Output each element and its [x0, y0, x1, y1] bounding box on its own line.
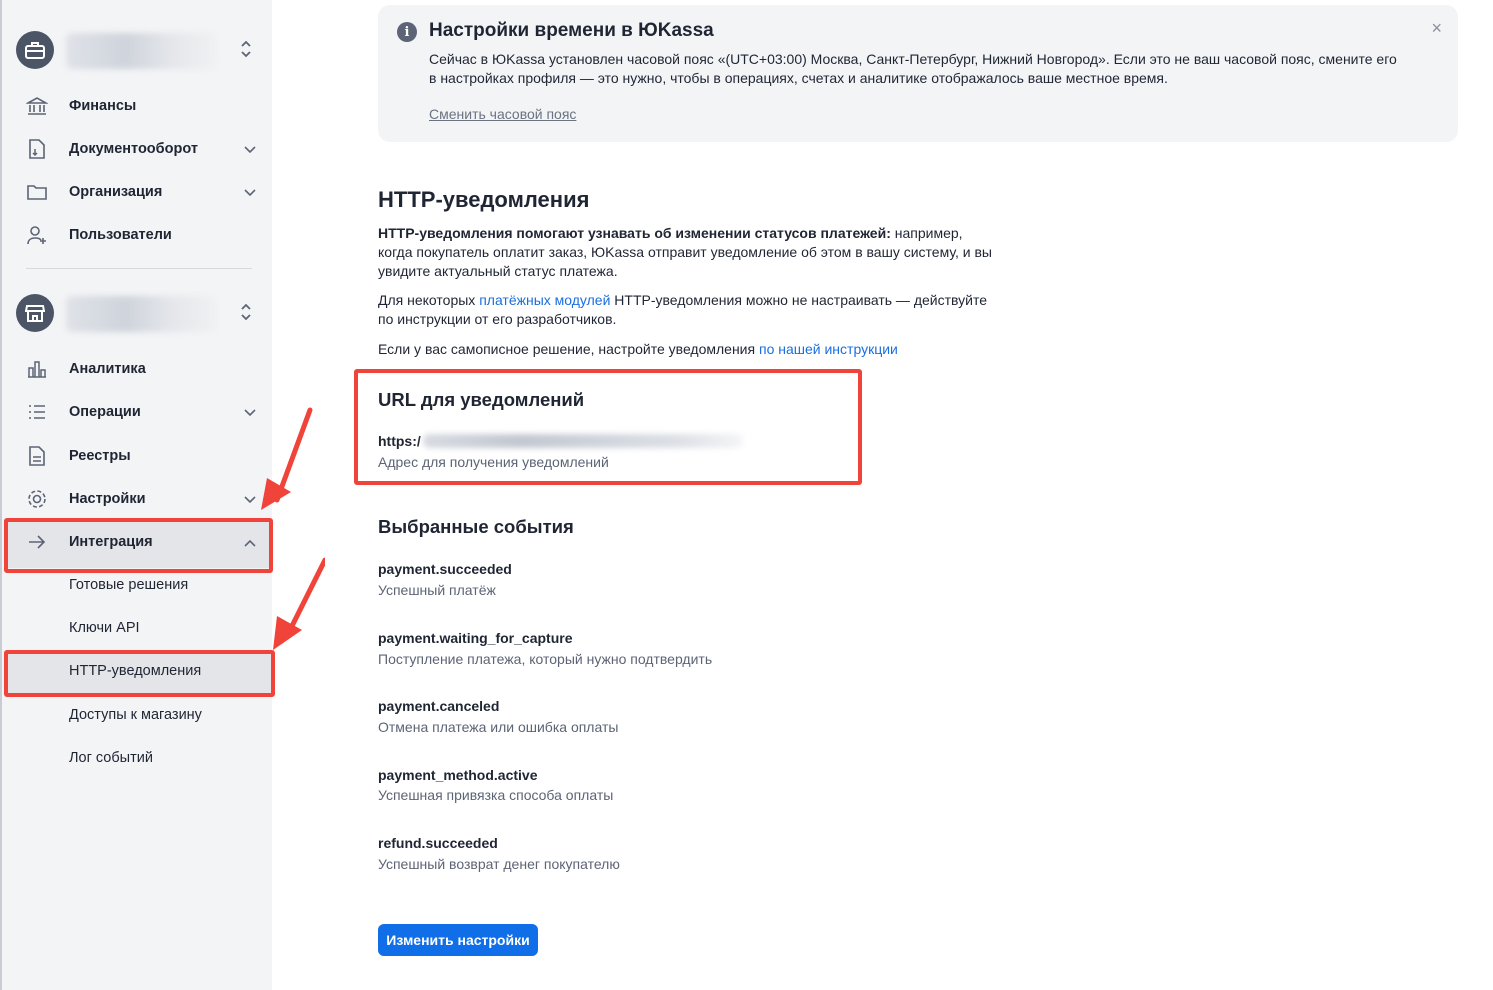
sidebar-item-label: Реестры — [69, 448, 131, 464]
sidebar-item-label: Финансы — [69, 98, 137, 114]
notice-body: Сейчас в ЮKassa установлен часовой пояс … — [429, 51, 1397, 86]
event-name: payment.succeeded — [378, 561, 512, 577]
sidebar-item-label: Документооборот — [69, 141, 198, 157]
sidebar-item-label: Операции — [69, 404, 141, 420]
chevron-updown-icon — [240, 300, 252, 329]
store-icon — [16, 294, 54, 332]
event-description: Успешный возврат денег покупателю — [378, 856, 620, 872]
sidebar-subitem-api-keys[interactable]: Ключи API — [69, 620, 140, 636]
chevron-down-icon — [244, 141, 256, 159]
instruction-link[interactable]: по нашей инструкции — [759, 341, 898, 357]
folder-icon — [22, 180, 52, 204]
custom-pre: Если у вас самописное решение, настройте… — [378, 341, 759, 357]
sidebar: Финансы Документооборот Организация Поль… — [0, 0, 275, 990]
sidebar-subitem-ready-solutions[interactable]: Готовые решения — [69, 577, 188, 593]
page-title: HTTP-уведомления — [378, 187, 590, 212]
bar-chart-icon — [22, 357, 52, 381]
user-add-icon — [22, 223, 52, 247]
account-name-blurred — [66, 33, 216, 69]
shop-switcher[interactable] — [16, 294, 266, 336]
sidebar-item-operations[interactable]: Операции — [22, 394, 268, 430]
sidebar-subitem-shop-access[interactable]: Доступы к магазину — [69, 707, 202, 723]
sidebar-item-registries[interactable]: Реестры — [22, 438, 268, 474]
change-timezone-link[interactable]: Сменить часовой пояс — [429, 106, 576, 122]
close-icon[interactable]: × — [1431, 18, 1442, 39]
custom-paragraph: Если у вас самописное решение, настройте… — [378, 340, 998, 359]
intro-paragraph: HTTP-уведомления помогают узнавать об из… — [378, 224, 998, 281]
account-switcher[interactable] — [16, 31, 266, 73]
intro-bold: HTTP-уведомления помогают узнавать об из… — [378, 225, 891, 241]
sidebar-subitem-event-log[interactable]: Лог событий — [69, 750, 153, 766]
payment-modules-link[interactable]: платёжных модулей — [479, 292, 610, 308]
event-name: payment.waiting_for_capture — [378, 630, 573, 646]
sidebar-item-documents[interactable]: Документооборот — [22, 131, 268, 167]
modules-paragraph: Для некоторых платёжных модулей HTTP-уве… — [378, 291, 998, 329]
sidebar-item-label: Настройки — [69, 491, 146, 507]
sidebar-item-label: Аналитика — [69, 361, 146, 377]
sidebar-item-label: Организация — [69, 184, 163, 200]
chevron-updown-icon — [240, 37, 252, 66]
events-section-title: Выбранные события — [378, 516, 574, 537]
list-icon — [22, 400, 52, 424]
shop-name-blurred — [66, 296, 216, 332]
sidebar-item-organization[interactable]: Организация — [22, 174, 268, 210]
sidebar-item-settings[interactable]: Настройки — [22, 481, 268, 517]
timezone-notice: i Настройки времени в ЮKassa Сейчас в ЮK… — [378, 5, 1458, 142]
event-description: Отмена платежа или ошибка оплаты — [378, 719, 619, 735]
modules-pre: Для некоторых — [378, 292, 480, 308]
highlight-box-integration — [4, 518, 273, 573]
notice-title: Настройки времени в ЮKassa — [429, 20, 714, 41]
edit-settings-button[interactable]: Изменить настройки — [378, 924, 538, 956]
sidebar-item-analytics[interactable]: Аналитика — [22, 351, 268, 387]
sidebar-item-users[interactable]: Пользователи — [22, 217, 268, 253]
briefcase-icon — [16, 31, 54, 69]
event-description: Успешный платёж — [378, 582, 496, 598]
chevron-down-icon — [244, 184, 256, 202]
document-exchange-icon — [22, 137, 52, 161]
event-name: payment.canceled — [378, 698, 500, 714]
bank-icon — [22, 94, 52, 118]
event-name: refund.succeeded — [378, 835, 498, 851]
gear-icon — [22, 487, 52, 511]
sidebar-item-finances[interactable]: Финансы — [22, 88, 268, 124]
highlight-box-http-notifications — [4, 650, 275, 697]
annotation-arrows — [261, 407, 325, 650]
highlight-box-url — [354, 369, 862, 485]
sidebar-item-label: Пользователи — [69, 227, 172, 243]
info-icon: i — [397, 22, 417, 42]
file-icon — [22, 444, 52, 468]
sidebar-divider — [26, 268, 252, 269]
event-name: payment_method.active — [378, 767, 538, 783]
event-description: Поступление платежа, который нужно подтв… — [378, 651, 713, 667]
event-description: Успешная привязка способа оплаты — [378, 787, 614, 803]
